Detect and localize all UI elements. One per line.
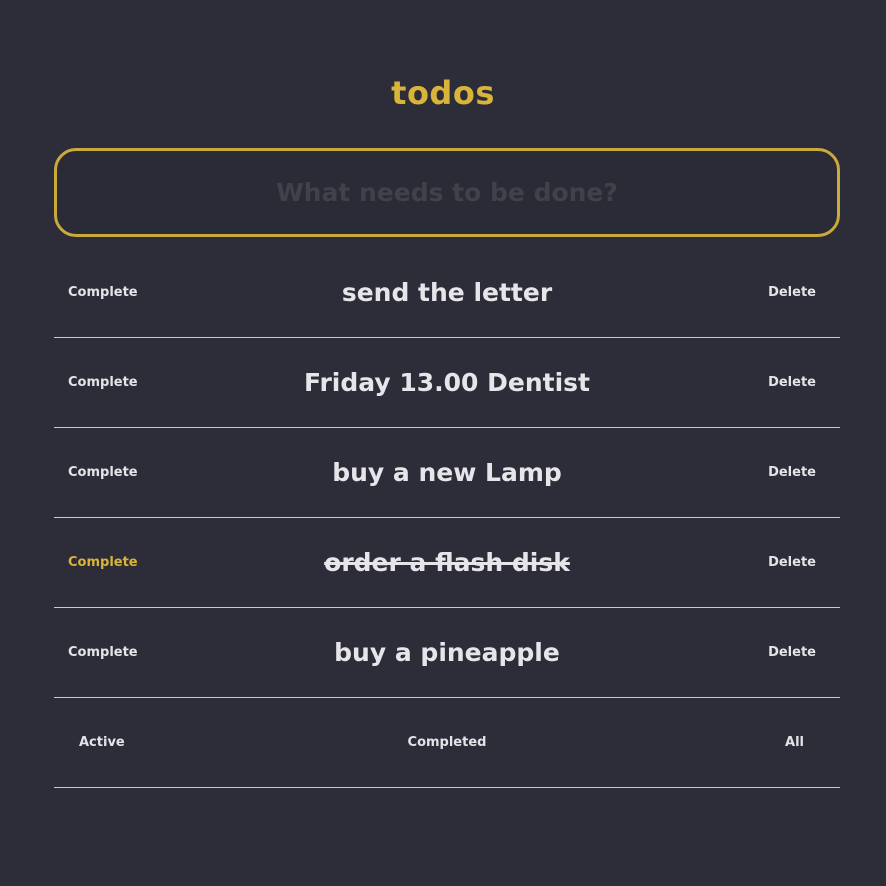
todo-list: Complete send the letter Delete Complete… — [54, 248, 840, 788]
delete-button[interactable]: Delete — [768, 428, 816, 517]
todo-item: Complete order a flash disk Delete — [54, 518, 840, 608]
filter-all-button[interactable]: All — [785, 698, 804, 787]
todo-item: Complete buy a new Lamp Delete — [54, 428, 840, 518]
todo-text: Friday 13.00 Dentist — [303, 368, 590, 397]
complete-button[interactable]: Complete — [68, 338, 138, 427]
todo-item: Complete Friday 13.00 Dentist Delete — [54, 338, 840, 428]
todo-item: Complete buy a pineapple Delete — [54, 608, 840, 698]
filter-completed-button[interactable]: Completed — [387, 698, 507, 787]
new-todo-input[interactable] — [54, 148, 840, 237]
complete-button[interactable]: Complete — [68, 518, 138, 607]
complete-button[interactable]: Complete — [68, 248, 138, 337]
todo-text: order a flash disk — [324, 548, 570, 577]
complete-button[interactable]: Complete — [68, 428, 138, 517]
delete-button[interactable]: Delete — [768, 248, 816, 337]
complete-button[interactable]: Complete — [68, 608, 138, 697]
todo-app: todos Complete send the letter Delete Co… — [0, 0, 886, 886]
filter-active-button[interactable]: Active — [79, 698, 125, 787]
delete-button[interactable]: Delete — [768, 338, 816, 427]
delete-button[interactable]: Delete — [768, 608, 816, 697]
delete-button[interactable]: Delete — [768, 518, 816, 607]
todo-text: buy a pineapple — [334, 638, 560, 667]
app-title: todos — [391, 74, 495, 112]
todo-text: buy a new Lamp — [332, 458, 562, 487]
filter-bar: Active Completed All — [54, 698, 840, 788]
todo-text: send the letter — [341, 278, 553, 307]
todo-item: Complete send the letter Delete — [54, 248, 840, 338]
